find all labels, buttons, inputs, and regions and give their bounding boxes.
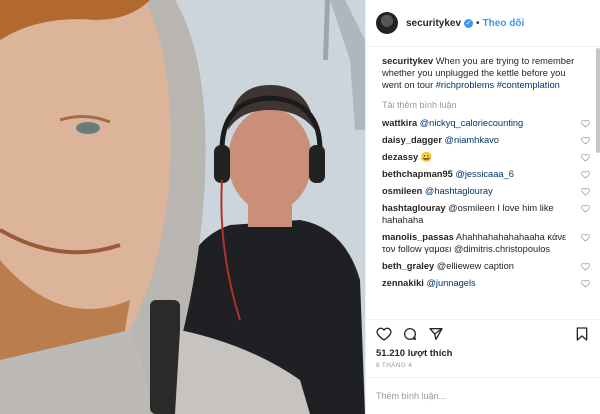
avatar[interactable] <box>376 12 398 34</box>
comments-section: securitykev When you are trying to remem… <box>366 47 600 319</box>
post-sidebar: securitykev ✓ • Theo dõi securitykev Whe… <box>365 0 600 414</box>
comment-row: wattkira @nickyq_caloriecounting <box>382 117 590 129</box>
comment-username[interactable]: hashtaglouray <box>382 203 446 213</box>
heart-icon[interactable] <box>581 233 590 242</box>
comment-row: daisy_dagger @niamhkavo <box>382 134 590 146</box>
comment-row: hashtaglouray @osmileen I love him like … <box>382 202 590 226</box>
post-photo[interactable] <box>0 0 365 414</box>
separator-dot: • <box>476 17 480 29</box>
comment-row: bethchapman95 @jessicaaa_6 <box>382 168 590 180</box>
heart-icon[interactable] <box>581 170 590 179</box>
heart-icon[interactable] <box>581 204 590 213</box>
heart-icon[interactable] <box>581 279 590 288</box>
load-more-comments[interactable]: Tải thêm bình luận <box>382 99 590 111</box>
comment-username[interactable]: osmileen <box>382 186 422 196</box>
comment-row: dezassy 😀 <box>382 151 590 163</box>
heart-icon[interactable] <box>581 187 590 196</box>
post-caption: securitykev When you are trying to remem… <box>382 55 590 91</box>
comment-text[interactable]: @junnagels <box>426 278 475 288</box>
comment-username[interactable]: wattkira <box>382 118 417 128</box>
comment-text[interactable]: @nickyq_caloriecounting <box>420 118 524 128</box>
comment-username[interactable]: daisy_dagger <box>382 135 442 145</box>
heart-icon[interactable] <box>581 119 590 128</box>
follow-button[interactable]: Theo dõi <box>483 18 525 29</box>
caption-username[interactable]: securitykev <box>382 56 433 66</box>
comment-row: osmileen @hashtaglouray <box>382 185 590 197</box>
likes-count[interactable]: 51.210 lượt thích <box>366 348 600 359</box>
add-comment-input[interactable]: Thêm bình luận... <box>366 377 600 414</box>
comment-text: @elliewew caption <box>436 261 514 271</box>
bookmark-icon[interactable] <box>574 326 590 342</box>
verified-badge-icon: ✓ <box>464 18 474 28</box>
post-header: securitykev ✓ • Theo dõi <box>366 0 600 47</box>
share-icon[interactable] <box>428 326 444 342</box>
comment-username[interactable]: beth_graley <box>382 261 434 271</box>
comments-scrollbar[interactable] <box>596 48 600 153</box>
comment-username[interactable]: manolis_passas <box>382 232 454 242</box>
post-date: 8 THÁNG 4 <box>376 362 413 369</box>
comment-text: 😀 <box>420 152 433 162</box>
instagram-post: securitykev ✓ • Theo dõi securitykev Whe… <box>0 0 600 414</box>
comment-icon[interactable] <box>402 326 418 342</box>
selfie-illustration <box>0 0 365 414</box>
action-bar <box>366 319 600 348</box>
comment-row: manolis_passas Ahahhahahahahaaha κάνε το… <box>382 231 590 255</box>
comment-row: zennakiki @junnagels <box>382 277 590 289</box>
comment-username[interactable]: dezassy <box>382 152 418 162</box>
comment-username[interactable]: zennakiki <box>382 278 424 288</box>
caption-tags[interactable]: #richproblems #contemplation <box>436 80 560 90</box>
header-username[interactable]: securitykev <box>406 18 461 29</box>
comment-text[interactable]: @niamhkavo <box>445 135 499 145</box>
heart-icon[interactable] <box>581 136 590 145</box>
comment-row: beth_graley @elliewew caption <box>382 260 590 272</box>
heart-icon[interactable] <box>581 153 590 162</box>
comment-username[interactable]: bethchapman95 <box>382 169 453 179</box>
heart-icon[interactable] <box>376 326 392 342</box>
heart-icon[interactable] <box>581 262 590 271</box>
comment-text[interactable]: @jessicaaa_6 <box>455 169 514 179</box>
comment-text[interactable]: @hashtaglouray <box>425 186 493 196</box>
